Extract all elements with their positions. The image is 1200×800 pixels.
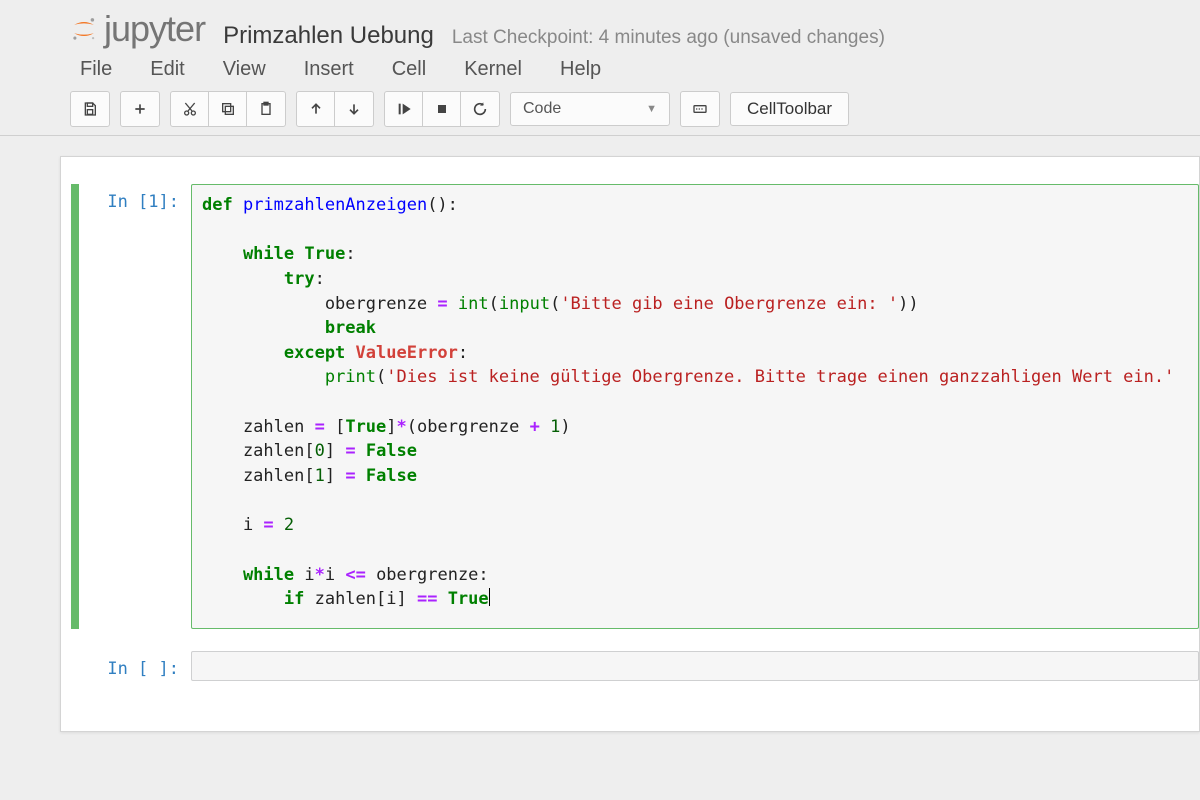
insert-cell-button[interactable] — [121, 92, 159, 126]
text-cursor — [489, 588, 490, 606]
cell-prompt: In [1]: — [81, 184, 191, 212]
cell-run-indicator — [71, 184, 79, 629]
copy-button[interactable] — [209, 92, 247, 126]
command-palette-button[interactable] — [681, 92, 719, 126]
header: jupyter Primzahlen Uebung Last Checkpoin… — [0, 0, 1200, 54]
notebook-scroll[interactable]: In [1]: def primzahlenAnzeigen(): while … — [0, 136, 1200, 762]
app-root: jupyter Primzahlen Uebung Last Checkpoin… — [0, 0, 1200, 762]
cut-button[interactable] — [171, 92, 209, 126]
menu-kernel[interactable]: Kernel — [464, 58, 522, 81]
paste-button[interactable] — [247, 92, 285, 126]
run-button[interactable] — [385, 92, 423, 126]
cell-type-value: Code — [523, 100, 561, 118]
cell-type-select[interactable]: Code ▼ — [510, 92, 670, 126]
move-up-button[interactable] — [297, 92, 335, 126]
menu-edit[interactable]: Edit — [150, 58, 184, 81]
menu-insert[interactable]: Insert — [304, 58, 354, 81]
jupyter-logo[interactable]: jupyter — [70, 8, 205, 50]
jupyter-icon — [70, 15, 98, 43]
menubar: File Edit View Insert Cell Kernel Help — [0, 54, 1200, 87]
interrupt-button[interactable] — [423, 92, 461, 126]
celltoolbar-button[interactable]: CellToolbar — [730, 92, 849, 126]
checkpoint-text: Last Checkpoint: 4 minutes ago (unsaved … — [452, 27, 885, 49]
code-editor[interactable] — [191, 651, 1199, 681]
menu-view[interactable]: View — [223, 58, 266, 81]
celltoolbar-label: CellToolbar — [747, 99, 832, 119]
move-down-button[interactable] — [335, 92, 373, 126]
cell-run-indicator — [71, 651, 79, 681]
brand-text: jupyter — [104, 8, 205, 50]
menu-cell[interactable]: Cell — [392, 58, 426, 81]
save-button[interactable] — [71, 92, 109, 126]
code-cell-2[interactable]: In [ ]: — [71, 649, 1199, 683]
code-editor[interactable]: def primzahlenAnzeigen(): while True: tr… — [191, 184, 1199, 629]
restart-button[interactable] — [461, 92, 499, 126]
notebook-title[interactable]: Primzahlen Uebung — [223, 22, 434, 50]
menu-file[interactable]: File — [80, 58, 112, 81]
code-cell-1[interactable]: In [1]: def primzahlenAnzeigen(): while … — [71, 182, 1199, 631]
chevron-down-icon: ▼ — [646, 103, 657, 115]
cell-prompt: In [ ]: — [81, 651, 191, 679]
toolbar: Code ▼ CellToolbar — [0, 87, 1200, 136]
notebook: In [1]: def primzahlenAnzeigen(): while … — [60, 156, 1200, 732]
menu-help[interactable]: Help — [560, 58, 601, 81]
